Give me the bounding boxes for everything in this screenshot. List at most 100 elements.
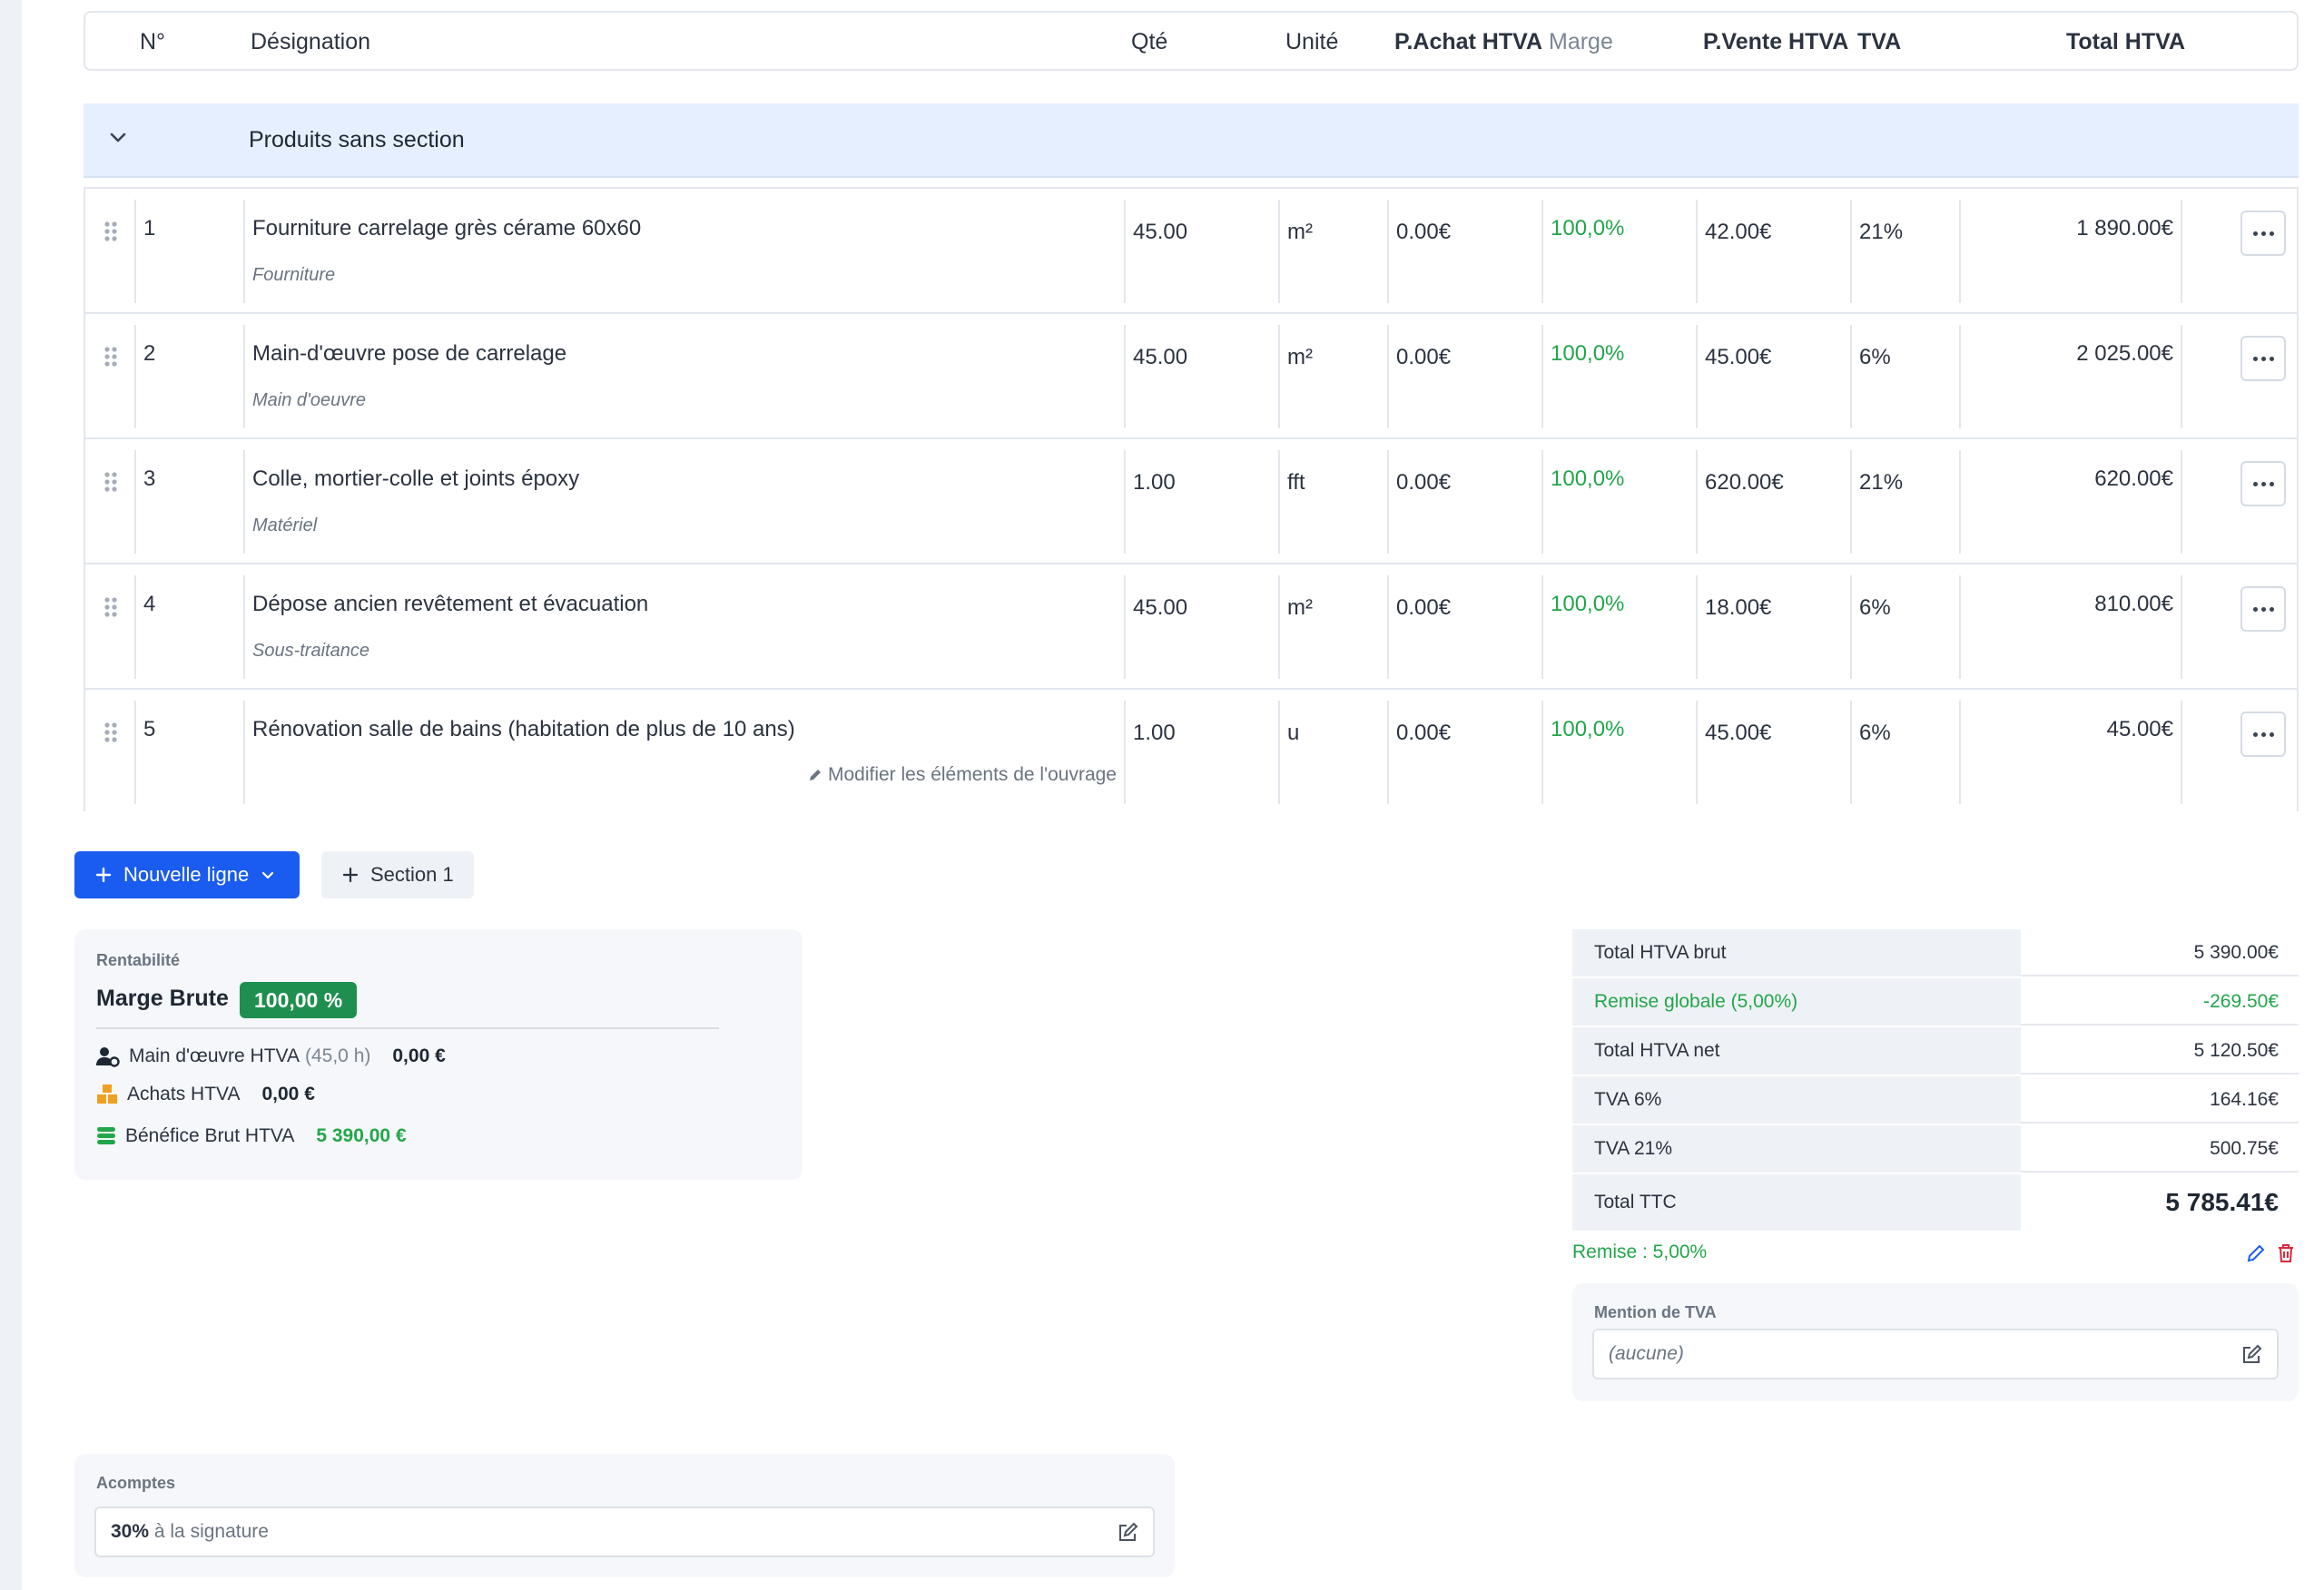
- pvente-cell[interactable]: 18.00€: [1696, 575, 1850, 679]
- pvente-cell[interactable]: 42.00€: [1696, 200, 1850, 303]
- delete-remise-trash-icon[interactable]: [2277, 1243, 2295, 1263]
- pvente-cell[interactable]: 45.00€: [1696, 325, 1850, 428]
- tva-mention-value: (aucune): [1609, 1343, 1684, 1364]
- pvente-cell[interactable]: 620.00€: [1696, 450, 1850, 554]
- line-category: Fourniture: [252, 265, 336, 285]
- pachat-cell[interactable]: 0.00€: [1387, 450, 1541, 554]
- row-menu-button[interactable]: [2240, 336, 2286, 381]
- chevron-down-icon[interactable]: [103, 123, 133, 152]
- purchases-row: Achats HTVA 0,00 €: [96, 1084, 315, 1105]
- acompte-text: à la signature: [153, 1521, 269, 1542]
- remise-label: Remise globale (5,00%): [1572, 978, 2021, 1026]
- unite-value: u: [1287, 721, 1300, 745]
- designation-cell[interactable]: Rénovation salle de bains (habitation de…: [243, 701, 1124, 804]
- row-menu-button[interactable]: [2240, 461, 2286, 506]
- qte-cell[interactable]: 1.00: [1124, 701, 1278, 804]
- edit-ouvrage-link[interactable]: Modifier les éléments de l'ouvrage: [808, 764, 1117, 786]
- tva-mention-card: Mention de TVA (aucune): [1572, 1283, 2299, 1401]
- row-menu-button[interactable]: [2240, 712, 2286, 757]
- total-net-value: 5 120.50€: [2193, 1040, 2279, 1061]
- table-row: 1 Fourniture carrelage grès cérame 60x60…: [85, 187, 2297, 312]
- qte-value: 1.00: [1133, 721, 1176, 745]
- designation-cell[interactable]: Colle, mortier-colle et joints époxy Mat…: [243, 450, 1124, 554]
- qte-cell[interactable]: 1.00: [1124, 450, 1278, 554]
- designation-cell[interactable]: Dépose ancien revêtement et évacuation S…: [243, 575, 1124, 679]
- profit-value: 5 390,00 €: [316, 1125, 407, 1146]
- tva-value: 6%: [1859, 721, 1891, 745]
- total-ttc-row: Total TTC 5 785.41€: [1572, 1174, 2299, 1231]
- designation-cell[interactable]: Fourniture carrelage grès cérame 60x60 F…: [243, 200, 1124, 303]
- tva-cell[interactable]: 21%: [1850, 200, 1959, 303]
- line-designation: Colle, mortier-colle et joints époxy: [252, 466, 580, 491]
- tva-cell[interactable]: 6%: [1850, 701, 1959, 804]
- drag-handle-icon[interactable]: [102, 220, 120, 243]
- marge-cell[interactable]: 100,0%: [1541, 575, 1696, 679]
- qte-cell[interactable]: 45.00: [1124, 325, 1278, 428]
- unite-value: m²: [1287, 220, 1313, 244]
- marge-value: 100,0%: [1551, 717, 1625, 741]
- row-menu-button[interactable]: [2240, 211, 2286, 256]
- pachat-cell[interactable]: 0.00€: [1387, 701, 1541, 804]
- tva-cell[interactable]: 6%: [1850, 575, 1959, 679]
- total-value: 620.00€: [2094, 466, 2173, 491]
- drag-handle-icon[interactable]: [102, 595, 120, 619]
- table-row: 5 Rénovation salle de bains (habitation …: [85, 688, 2297, 811]
- drag-handle-icon[interactable]: [102, 721, 120, 744]
- pvente-cell[interactable]: 45.00€: [1696, 701, 1850, 804]
- marge-cell[interactable]: 100,0%: [1541, 200, 1696, 303]
- unite-cell[interactable]: m²: [1278, 200, 1387, 303]
- drag-handle-icon[interactable]: [102, 345, 120, 368]
- marge-cell[interactable]: 100,0%: [1541, 701, 1696, 804]
- edit-remise-pencil-icon[interactable]: [2246, 1243, 2266, 1263]
- edit-icon[interactable]: [2240, 1344, 2262, 1366]
- tva6-label: TVA 6%: [1572, 1076, 2021, 1124]
- total-cell: 45.00€: [1959, 701, 2182, 804]
- remise-row: Remise globale (5,00%) -269.50€: [1572, 978, 2299, 1026]
- qte-cell[interactable]: 45.00: [1124, 200, 1278, 303]
- line-number: 5: [143, 717, 156, 741]
- tva-cell[interactable]: 6%: [1850, 325, 1959, 428]
- line-items: 1 Fourniture carrelage grès cérame 60x60…: [84, 187, 2299, 811]
- qte-value: 1.00: [1133, 470, 1176, 495]
- pachat-value: 0.00€: [1396, 220, 1452, 244]
- marge-cell[interactable]: 100,0%: [1541, 450, 1696, 554]
- tva-cell[interactable]: 21%: [1850, 450, 1959, 554]
- tva-mention-title: Mention de TVA: [1594, 1303, 1717, 1321]
- qte-value: 45.00: [1133, 595, 1188, 620]
- pachat-cell[interactable]: 0.00€: [1387, 575, 1541, 679]
- unite-cell[interactable]: m²: [1278, 575, 1387, 679]
- total-ttc-value: 5 785.41€: [2165, 1188, 2279, 1216]
- line-designation: Fourniture carrelage grès cérame 60x60: [252, 216, 642, 240]
- tva-value: 6%: [1859, 345, 1891, 369]
- acompte-field[interactable]: 30% à la signature: [94, 1507, 1155, 1557]
- total-brut-value: 5 390.00€: [2193, 942, 2279, 963]
- qte-cell[interactable]: 45.00: [1124, 575, 1278, 679]
- tva21-value: 500.75€: [2210, 1138, 2279, 1159]
- drag-handle-icon[interactable]: [102, 470, 120, 494]
- line-category: Main d'oeuvre: [252, 390, 366, 410]
- marge-cell[interactable]: 100,0%: [1541, 325, 1696, 428]
- col-marge: Marge: [1549, 29, 1613, 54]
- table-row: 3 Colle, mortier-colle et joints époxy M…: [85, 437, 2297, 563]
- new-line-button[interactable]: Nouvelle ligne: [74, 851, 300, 898]
- row-menu-button[interactable]: [2240, 586, 2286, 632]
- edit-icon[interactable]: [1117, 1522, 1138, 1544]
- col-pachat: P.Achat HTVA: [1394, 29, 1543, 54]
- add-section-button[interactable]: Section 1: [321, 851, 474, 898]
- marge-value: 100,0%: [1551, 341, 1625, 366]
- pachat-cell[interactable]: 0.00€: [1387, 200, 1541, 303]
- marge-value: 100,0%: [1551, 592, 1625, 616]
- tva-value: 21%: [1859, 470, 1904, 495]
- unite-cell[interactable]: m²: [1278, 325, 1387, 428]
- designation-cell[interactable]: Main-d'œuvre pose de carrelage Main d'oe…: [243, 325, 1124, 428]
- unite-cell[interactable]: u: [1278, 701, 1387, 804]
- total-brut-label: Total HTVA brut: [1572, 929, 2021, 977]
- plus-icon: [95, 867, 112, 883]
- pachat-cell[interactable]: 0.00€: [1387, 325, 1541, 428]
- line-designation: Rénovation salle de bains (habitation de…: [252, 717, 795, 741]
- table-row: 2 Main-d'œuvre pose de carrelage Main d'…: [85, 312, 2297, 437]
- unite-cell[interactable]: fft: [1278, 450, 1387, 554]
- tva-mention-field[interactable]: (aucune): [1592, 1329, 2279, 1379]
- total-value: 810.00€: [2094, 592, 2173, 616]
- total-value: 1 890.00€: [2076, 216, 2173, 240]
